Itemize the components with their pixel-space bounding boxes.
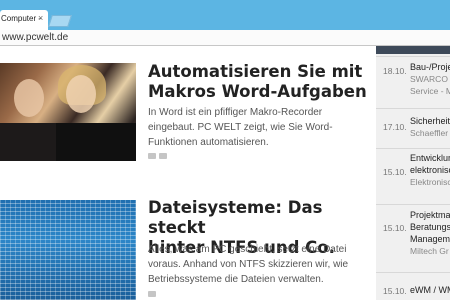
image-detail <box>56 123 136 161</box>
item-company: Elektronisch <box>410 177 450 187</box>
teaser-line: Funktionen automatisieren. <box>148 137 269 148</box>
new-tab-button[interactable] <box>48 15 72 27</box>
item-title[interactable]: Manageme <box>410 234 450 245</box>
article-title[interactable]: Automatisieren Sie mit Makros Word-Aufga… <box>148 62 368 102</box>
address-bar[interactable]: www.pcwelt.de <box>0 30 450 46</box>
item-company: Schaeffler T <box>410 128 450 138</box>
article-title-line[interactable]: Dateisysteme: Das steckt <box>148 198 368 238</box>
close-icon[interactable]: × <box>38 13 43 23</box>
item-company: SWARCO V <box>410 74 450 84</box>
image-detail <box>66 75 96 113</box>
tab-title: Computer - <box>1 14 42 23</box>
sidebar-item[interactable]: 17.10. Sicherheits Schaeffler T <box>376 108 450 144</box>
item-title[interactable]: elektronisch <box>410 165 450 176</box>
image-detail <box>14 79 44 117</box>
article-teaser: In Word ist ein pfiffiger Makro-Recorder… <box>148 105 373 150</box>
teaser-line: eingebaut. PC WELT zeigt, wie Sie Word- <box>148 122 333 133</box>
sidebar-item[interactable]: 15.10. Projektman Beratungsp Manageme Mi… <box>376 204 450 262</box>
article-meta <box>148 291 156 297</box>
gallery-icon <box>159 153 167 159</box>
image-detail <box>0 123 60 161</box>
sidebar-item[interactable]: 15.10. eWM / WM <box>376 272 450 300</box>
sidebar-header-bar <box>376 46 450 54</box>
item-date: 15.10. <box>383 167 407 177</box>
browser-tab-bar: Computer - × <box>0 0 450 30</box>
item-title[interactable]: Bau-/Projekt <box>410 62 450 73</box>
article-title-line[interactable]: Makros Word-Aufgaben <box>148 82 368 102</box>
sidebar-item[interactable]: 15.10. Entwicklung elektronisch Elektron… <box>376 148 450 192</box>
article-image[interactable] <box>0 200 136 300</box>
teaser-line: In Word ist ein pfiffiger Makro-Recorder <box>148 107 323 118</box>
item-date: 15.10. <box>383 223 407 233</box>
item-title[interactable]: Projektman <box>410 210 450 221</box>
video-icon <box>148 153 156 159</box>
item-title[interactable]: Entwicklung <box>410 153 450 164</box>
item-date: 17.10. <box>383 122 407 132</box>
item-title[interactable]: eWM / WM <box>410 285 450 296</box>
item-date: 15.10. <box>383 286 407 296</box>
article-meta <box>148 153 167 159</box>
item-company: Service - M <box>410 86 450 96</box>
article-teaser: Alles, was am PC geschieht, setzt eine D… <box>148 242 373 287</box>
url-text[interactable]: www.pcwelt.de <box>2 32 68 43</box>
browser-tab[interactable]: Computer - × <box>0 10 48 30</box>
teaser-line: Alles, was am PC geschieht, setzt eine D… <box>148 244 347 255</box>
comment-icon <box>148 291 156 297</box>
job-sidebar: 18.10. Bau-/Projekt SWARCO V Service - M… <box>376 46 450 300</box>
item-company: Miltech Gr <box>410 246 449 256</box>
teaser-line: Betriebssysteme die Dateien verwalten. <box>148 274 324 285</box>
item-date: 18.10. <box>383 66 407 76</box>
item-title[interactable]: Beratungsp <box>410 222 450 233</box>
teaser-line: voraus. Anhand von NTFS skizzieren wir, … <box>148 259 349 270</box>
item-title[interactable]: Sicherheits <box>410 116 450 127</box>
article-image[interactable] <box>0 63 136 161</box>
article-title-line[interactable]: Automatisieren Sie mit <box>148 62 368 82</box>
sidebar-item[interactable]: 18.10. Bau-/Projekt SWARCO V Service - M <box>376 56 450 102</box>
